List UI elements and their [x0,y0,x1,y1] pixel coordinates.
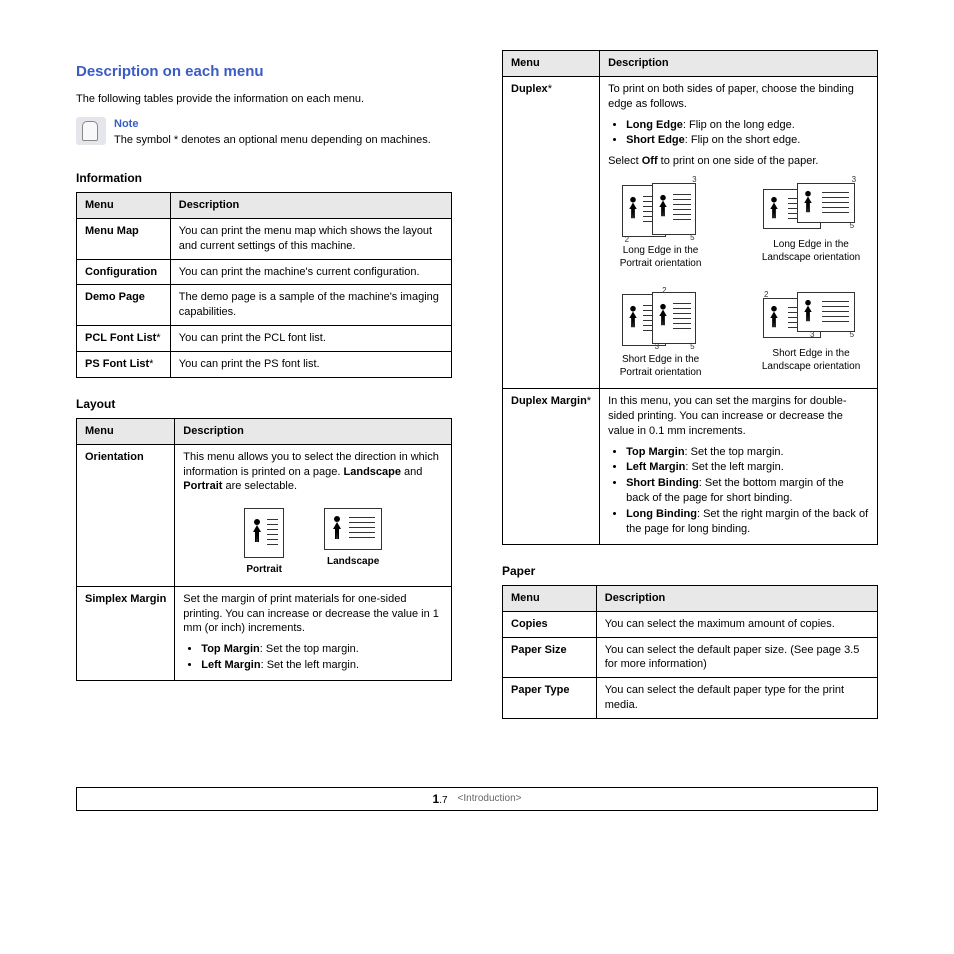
bullet-list: Long Edge: Flip on the long edge. Short … [608,118,869,149]
table-row: Menu Map You can print the menu map whic… [77,218,452,259]
table-row: Orientation This menu allows you to sele… [77,444,452,586]
menu-desc: The demo page is a sample of the machine… [170,285,451,326]
layout-table-left: Menu Description Orientation This menu a… [76,418,452,681]
note-body: The symbol * denotes an optional menu de… [114,133,431,148]
note-label: Note [114,117,431,132]
layout-heading: Layout [76,396,452,412]
note-text: Note The symbol * denotes an optional me… [114,117,431,148]
list-item: Short Binding: Set the bottom margin of … [626,476,869,506]
page-footer: 1.7 <Introduction> [76,787,878,811]
note-icon [76,117,106,145]
list-item: Top Margin: Set the top margin. [201,642,443,657]
menu-name: Copies [511,618,548,630]
left-column: Description on each menu The following t… [76,50,452,699]
menu-desc: You can print the PS font list. [170,351,451,377]
text: In this menu, you can set the margins fo… [608,395,846,437]
simplex-desc: Set the margin of print materials for on… [175,586,452,680]
text: To print on both sides of paper, choose … [608,82,869,112]
duplex-margin-desc: In this menu, you can set the margins fo… [600,389,878,545]
text: are selectable. [222,480,297,492]
menu-name: PS Font List [85,358,149,370]
section-title: Description on each menu [76,62,452,82]
list-item: Top Margin: Set the top margin. [626,445,869,460]
paper-table: Menu Description Copies You can select t… [502,585,878,719]
menu-name: Orientation [85,451,144,463]
page-number: 1.7 [433,791,448,808]
table-row: Demo Page The demo page is a sample of t… [77,285,452,326]
list-item: Left Margin: Set the left margin. [626,460,869,475]
menu-name: Duplex Margin [511,395,587,407]
page: Description on each menu The following t… [0,0,954,851]
short-edge-portrait-diagram: 2 35 Short Edge in the Portrait orientat… [608,292,713,379]
orientation-desc: This menu allows you to select the direc… [175,444,452,586]
text: Set the margin of print materials for on… [183,593,439,635]
menu-name: Duplex [511,83,548,95]
long-edge-landscape-diagram: 35 Long Edge in the Landscape orientatio… [753,183,869,270]
col-description: Description [170,192,451,218]
col-menu: Menu [503,585,597,611]
menu-desc: You can select the default paper size. (… [596,637,877,678]
table-row: Copies You can select the maximum amount… [503,611,878,637]
col-menu: Menu [77,418,175,444]
table-row: PCL Font List* You can print the PCL fon… [77,326,452,352]
diagram-caption: Long Edge in the Landscape orientation [753,239,869,264]
list-item: Long Edge: Flip on the long edge. [626,118,869,133]
menu-desc: You can select the default paper type fo… [596,678,877,719]
bullet-list: Top Margin: Set the top margin. Left Mar… [608,445,869,537]
diagram-caption: Short Edge in the Landscape orientation [753,348,869,373]
table-row: Paper Type You can select the default pa… [503,678,878,719]
orientation-diagrams: Portrait Landscape [183,508,443,577]
col-menu: Menu [77,192,171,218]
section-intro: The following tables provide the informa… [76,92,452,107]
duplex-desc: To print on both sides of paper, choose … [600,76,878,388]
text-bold: Landscape [344,466,401,478]
list-item: Left Margin: Set the left margin. [201,658,443,673]
table-row: Configuration You can print the machine'… [77,259,452,285]
table-row: PS Font List* You can print the PS font … [77,351,452,377]
diagram-caption: Landscape [327,556,379,569]
bullet-list: Top Margin: Set the top margin. Left Mar… [183,642,443,673]
information-heading: Information [76,170,452,186]
col-description: Description [600,51,878,77]
diagram-caption: Long Edge in the Portrait orientation [608,245,713,270]
right-column: Menu Description Duplex* To print on bot… [502,50,878,737]
col-description: Description [596,585,877,611]
layout-table-right: Menu Description Duplex* To print on bot… [502,50,878,545]
menu-name: Paper Type [511,684,570,696]
information-table: Menu Description Menu Map You can print … [76,192,452,378]
menu-name: PCL Font List [85,332,156,344]
menu-name: Configuration [85,266,157,278]
menu-name: Paper Size [511,644,567,656]
two-column-layout: Description on each menu The following t… [76,50,878,737]
menu-desc: You can print the machine's current conf… [170,259,451,285]
paper-heading: Paper [502,563,878,579]
list-item: Long Binding: Set the right margin of th… [626,507,869,537]
list-item: Short Edge: Flip on the short edge. [626,133,869,148]
menu-name: Demo Page [85,291,145,303]
table-row: Duplex* To print on both sides of paper,… [503,76,878,388]
diagram-caption: Portrait [246,564,282,577]
menu-desc: You can print the PCL font list. [170,326,451,352]
menu-name: Menu Map [85,225,139,237]
table-row: Duplex Margin* In this menu, you can set… [503,389,878,545]
diagram-caption: Short Edge in the Portrait orientation [608,354,713,379]
portrait-diagram: Portrait [244,508,284,577]
table-row: Simplex Margin Set the margin of print m… [77,586,452,680]
duplex-diagrams-row1: 2 35 Long Edge in the Portrait orientati… [608,183,869,270]
menu-name: Simplex Margin [85,593,166,605]
duplex-diagrams-row2: 2 35 Short Edge in the Portrait orientat… [608,292,869,379]
breadcrumb: <Introduction> [458,792,522,806]
text-bold: Portrait [183,480,222,492]
text: and [401,466,422,478]
long-edge-portrait-diagram: 2 35 Long Edge in the Portrait orientati… [608,183,713,270]
menu-desc: You can print the menu map which shows t… [170,218,451,259]
text: Select Off to print on one side of the p… [608,154,869,169]
menu-desc: You can select the maximum amount of cop… [596,611,877,637]
table-row: Paper Size You can select the default pa… [503,637,878,678]
col-menu: Menu [503,51,600,77]
note-block: Note The symbol * denotes an optional me… [76,117,452,148]
col-description: Description [175,418,452,444]
landscape-diagram: Landscape [324,508,382,577]
short-edge-landscape-diagram: 2 35 Short Edge in the Landscape orienta… [753,292,869,379]
